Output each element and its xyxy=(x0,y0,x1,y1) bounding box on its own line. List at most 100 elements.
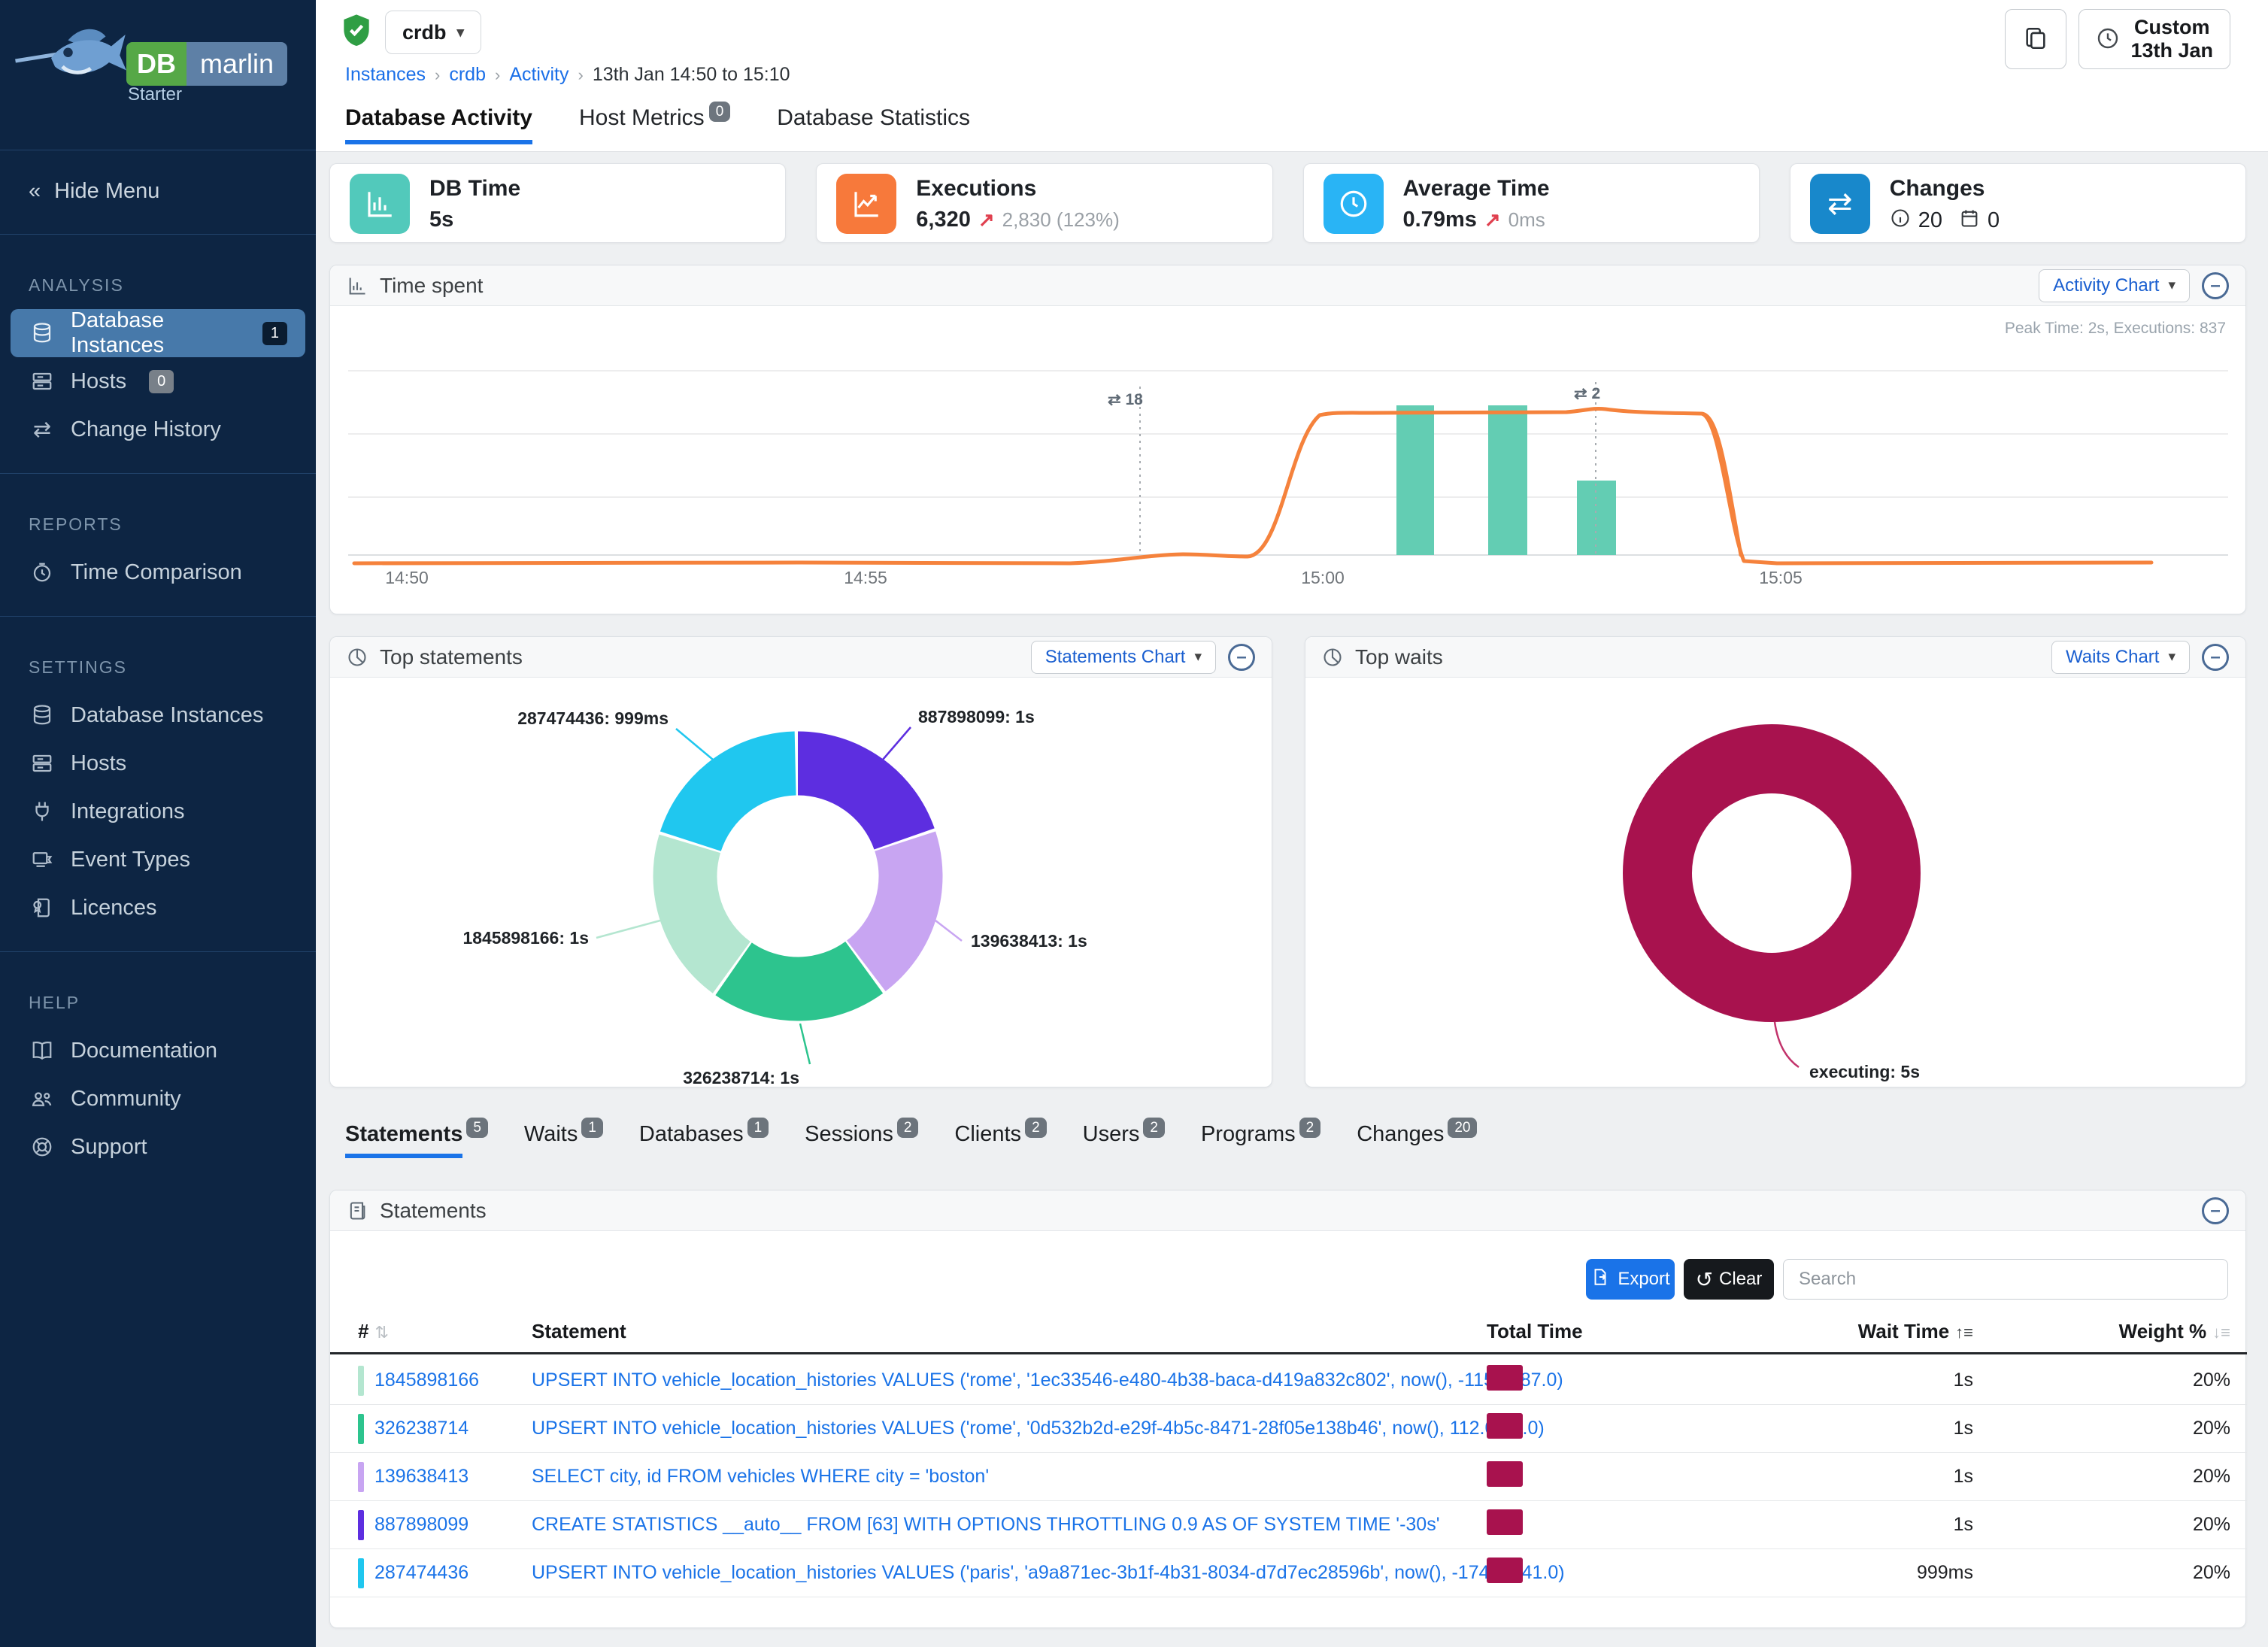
column-header-weight[interactable]: Weight %↓≡ xyxy=(1996,1320,2253,1343)
statements-chart-selector[interactable]: Statements Chart▾ xyxy=(1031,641,1216,674)
community-icon xyxy=(29,1087,56,1110)
statement-sql-link[interactable]: SELECT city, id FROM vehicles WHERE city… xyxy=(532,1466,989,1487)
time-range-button[interactable]: Custom 13th Jan xyxy=(2078,9,2230,69)
trend-up-icon: ↗ xyxy=(978,208,995,232)
copy-link-button[interactable] xyxy=(2005,9,2066,69)
statements-toolbar: Export ↺ Clear xyxy=(330,1259,2247,1300)
breadcrumb-activity[interactable]: Activity xyxy=(509,64,569,86)
waits-chart-selector[interactable]: Waits Chart▾ xyxy=(2051,641,2190,674)
sidebar-item-documentation[interactable]: Documentation xyxy=(0,1027,316,1075)
tab-users[interactable]: Users2 xyxy=(1083,1122,1165,1147)
kpi-delta: 2,830 (123%) xyxy=(1002,208,1120,232)
sidebar-item-database-instances[interactable]: Database Instances 1 xyxy=(11,309,305,357)
tab-waits[interactable]: Waits1 xyxy=(524,1122,603,1147)
top-statements-donut[interactable]: 887898099: 1s 139638413: 1s 326238714: 1… xyxy=(330,678,1273,1087)
support-icon xyxy=(29,1136,56,1158)
hide-menu-button[interactable]: « Hide Menu xyxy=(0,168,316,214)
sidebar-item-licences[interactable]: Licences xyxy=(0,884,316,932)
tab-host-metrics[interactable]: Host Metrics0 xyxy=(579,105,730,144)
column-header-statement[interactable]: Statement xyxy=(532,1320,1487,1343)
sidebar-item-event-types[interactable]: Event Types xyxy=(0,836,316,884)
column-header-wait-time[interactable]: Wait Time↑≡ xyxy=(1593,1320,1996,1343)
change-count: 20 xyxy=(1918,208,1942,233)
donut-slice-executing[interactable] xyxy=(1657,759,1886,987)
table-row: 139638413 SELECT city, id FROM vehicles … xyxy=(330,1453,2247,1501)
collapse-panel-button[interactable]: – xyxy=(1228,644,1255,671)
sidebar-item-support[interactable]: Support xyxy=(0,1123,316,1171)
column-header-total-time[interactable]: Total Time xyxy=(1487,1320,1593,1343)
total-time-bar xyxy=(1487,1413,1523,1439)
clock-icon xyxy=(1324,174,1384,234)
statement-sql-link[interactable]: UPSERT INTO vehicle_location_histories V… xyxy=(532,1562,1565,1583)
statement-color-bar xyxy=(358,1462,364,1492)
events-icon xyxy=(29,848,56,871)
sidebar-item-hosts[interactable]: Hosts 0 xyxy=(0,357,316,405)
activity-chart-selector[interactable]: Activity Chart▾ xyxy=(2039,269,2190,302)
time-spent-chart[interactable]: ⇄ 18 ⇄ 2 14:50 14:55 15:00 15:05 xyxy=(348,343,2228,591)
swap-arrows-icon: ⇄ xyxy=(29,417,56,443)
tab-clients[interactable]: Clients2 xyxy=(954,1122,1046,1147)
column-header-num[interactable]: #⇅ xyxy=(358,1320,532,1343)
collapse-panel-button[interactable]: – xyxy=(2202,272,2229,299)
statement-sql-link[interactable]: CREATE STATISTICS __auto__ FROM [63] WIT… xyxy=(532,1514,1439,1535)
table-row: 287474436 UPSERT INTO vehicle_location_h… xyxy=(330,1549,2247,1597)
sidebar-item-hosts-settings[interactable]: Hosts xyxy=(0,739,316,787)
breadcrumb-crdb[interactable]: crdb xyxy=(449,64,486,86)
export-icon xyxy=(1590,1267,1610,1292)
db-time-line xyxy=(354,408,2151,563)
breadcrumb-instances[interactable]: Instances xyxy=(345,64,426,86)
top-statements-panel: Top statements Statements Chart▾ – xyxy=(329,636,1272,1087)
sidebar-section-settings: SETTINGS Database Instances Hosts Integr… xyxy=(0,617,316,952)
tab-databases[interactable]: Databases1 xyxy=(639,1122,769,1147)
section-label: HELP xyxy=(0,970,316,1027)
count-badge: 1 xyxy=(581,1118,603,1138)
sidebar-item-integrations[interactable]: Integrations xyxy=(0,787,316,836)
statement-id-link[interactable]: 287474436 xyxy=(374,1562,468,1584)
trend-up-icon: ↗ xyxy=(1484,208,1501,232)
sidebar-section-reports: REPORTS Time Comparison xyxy=(0,474,316,617)
instance-selector[interactable]: crdb ▾ xyxy=(385,11,481,54)
tab-programs[interactable]: Programs2 xyxy=(1201,1122,1320,1147)
statement-sql-link[interactable]: UPSERT INTO vehicle_location_histories V… xyxy=(532,1369,1563,1391)
tab-statements[interactable]: Statements5 xyxy=(345,1122,488,1147)
kpi-value: 5s xyxy=(429,208,453,232)
line-chart-icon xyxy=(836,174,896,234)
table-row: 326238714 UPSERT INTO vehicle_location_h… xyxy=(330,1405,2247,1453)
statement-color-bar xyxy=(358,1510,364,1540)
documentation-icon xyxy=(29,1039,56,1062)
executions-bar xyxy=(1488,405,1527,555)
chevron-down-icon: ▾ xyxy=(1194,648,1202,666)
search-input[interactable] xyxy=(1783,1259,2228,1300)
top-waits-donut[interactable]: executing: 5s xyxy=(1305,678,2247,1087)
statement-id-link[interactable]: 326238714 xyxy=(374,1418,468,1439)
collapse-panel-button[interactable]: – xyxy=(2202,644,2229,671)
top-bar: crdb ▾ Instances › crdb › Activity › 13t… xyxy=(316,0,2268,152)
weight-value: 20% xyxy=(1996,1418,2253,1439)
brand-edition: Starter xyxy=(128,84,182,105)
sidebar-item-database-instances-settings[interactable]: Database Instances xyxy=(0,691,316,739)
statement-sql-link[interactable]: UPSERT INTO vehicle_location_histories V… xyxy=(532,1418,1545,1439)
chevron-down-icon: ▾ xyxy=(2168,277,2176,294)
breadcrumb: Instances › crdb › Activity › 13th Jan 1… xyxy=(345,64,790,86)
bar-chart-icon xyxy=(350,174,410,234)
event-count: 0 xyxy=(1988,208,2000,233)
sidebar-item-community[interactable]: Community xyxy=(0,1075,316,1123)
clear-button[interactable]: ↺ Clear xyxy=(1684,1259,1774,1300)
total-time-bar xyxy=(1487,1461,1523,1487)
tab-database-activity[interactable]: Database Activity xyxy=(345,105,532,144)
sidebar-item-change-history[interactable]: ⇄ Change History xyxy=(0,405,316,453)
sidebar-item-time-comparison[interactable]: Time Comparison xyxy=(0,548,316,596)
count-badge: 2 xyxy=(1299,1118,1321,1138)
kpi-delta: 0ms xyxy=(1508,208,1545,232)
export-button[interactable]: Export xyxy=(1586,1259,1675,1300)
statement-id-link[interactable]: 139638413 xyxy=(374,1466,468,1488)
x-axis-tick: 14:55 xyxy=(844,568,887,587)
tab-sessions[interactable]: Sessions2 xyxy=(805,1122,918,1147)
collapse-panel-button[interactable]: – xyxy=(2202,1197,2229,1224)
statement-id-link[interactable]: 1845898166 xyxy=(374,1369,479,1391)
tab-database-statistics[interactable]: Database Statistics xyxy=(777,105,970,144)
statement-id-link[interactable]: 887898099 xyxy=(374,1514,468,1536)
tab-changes[interactable]: Changes20 xyxy=(1357,1122,1477,1147)
x-axis-tick: 15:00 xyxy=(1301,568,1345,587)
weight-value: 20% xyxy=(1996,1514,2253,1536)
